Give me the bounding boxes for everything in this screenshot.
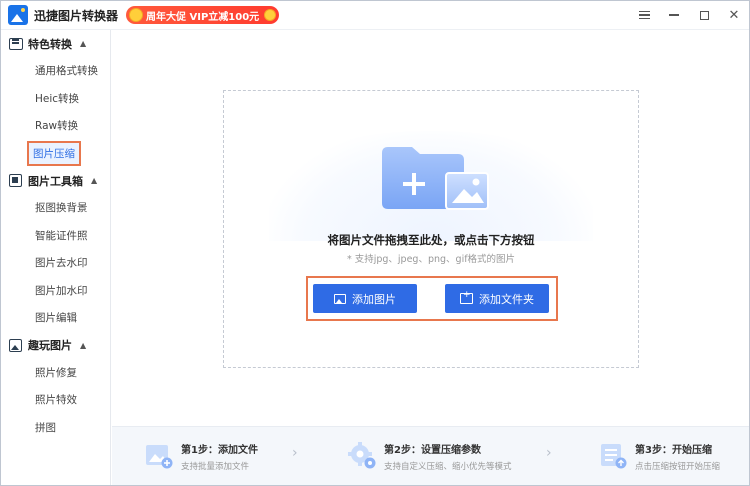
app-logo-icon [8, 5, 28, 25]
close-button[interactable]: ✕ [719, 1, 749, 30]
add-image-step-icon [146, 445, 173, 469]
step-add-files: 第1步：添加文件 支持批量添加文件 [145, 441, 258, 472]
folder-add-icon [460, 290, 473, 304]
window-controls: ✕ [629, 1, 749, 30]
compress-step-icon [601, 444, 627, 469]
step-set-params: 第2步：设置压缩参数 支持自定义压缩、缩小优先等模式 [348, 441, 512, 472]
promo-badge[interactable]: 周年大促 VIP立减100元 [126, 6, 280, 24]
sidebar-item-add-watermark[interactable]: 图片加水印 [1, 277, 110, 305]
group-label: 特色转换 [28, 37, 72, 51]
chevron-up-icon: ▲ [91, 176, 98, 185]
sidebar-item-remove-watermark[interactable]: 图片去水印 [1, 249, 110, 277]
sidebar-item-photo-effects[interactable]: 照片特效 [1, 386, 110, 414]
add-image-button[interactable]: 添加图片 [313, 284, 417, 313]
maximize-button[interactable] [689, 1, 719, 30]
image-icon [334, 293, 346, 304]
add-folder-label: 添加文件夹 [479, 292, 534, 306]
step-start-compress: 第3步：开始压缩 点击压缩按钮开始压缩 [599, 441, 720, 472]
step-desc: 点击压缩按钮开始压缩 [635, 462, 721, 472]
sidebar-item-id-photo[interactable]: 智能证件照 [1, 222, 110, 250]
coin-icon [129, 8, 144, 22]
sidebar-item-format-convert[interactable]: 通用格式转换 [1, 57, 110, 85]
sidebar-item-edit[interactable]: 图片编辑 [1, 304, 110, 332]
group-label: 图片工具箱 [28, 174, 83, 188]
group-label: 趣玩图片 [28, 339, 72, 352]
step-desc: 支持批量添加文件 [181, 462, 250, 472]
add-image-label: 添加图片 [352, 292, 396, 306]
steps-bar: 第1步：添加文件 支持批量添加文件 › 第2步：设置压缩参数 支持自定义压缩、缩… [112, 426, 749, 485]
sidebar: 特色转换 ▲ 通用格式转换 Heic转换 Raw转换 图片压缩 图片工具箱 ▲ … [1, 30, 111, 485]
sidebar-group-featured[interactable]: 特色转换 ▲ [1, 30, 110, 57]
step-title: 第1步：添加文件 [181, 445, 258, 456]
sidebar-item-raw[interactable]: Raw转换 [1, 112, 110, 140]
image-icon [9, 338, 22, 352]
sidebar-group-fun[interactable]: 趣玩图片 ▲ [1, 332, 110, 359]
toolbox-icon [9, 174, 22, 187]
step-desc: 支持自定义压缩、缩小优先等模式 [384, 462, 512, 472]
chevron-up-icon: ▲ [80, 340, 87, 350]
step-title: 第3步：开始压缩 [635, 445, 712, 456]
promo-label: 周年大促 VIP立减100元 [146, 11, 260, 23]
sidebar-group-toolbox[interactable]: 图片工具箱 ▲ [1, 167, 110, 194]
add-folder-button[interactable]: 添加文件夹 [445, 284, 549, 313]
chevron-right-icon: › [292, 445, 298, 461]
add-folder-illustration-icon [382, 147, 489, 210]
sidebar-item-compress[interactable]: 图片压缩 [1, 140, 110, 168]
sidebar-item-heic[interactable]: Heic转换 [1, 85, 110, 113]
drop-zone[interactable]: 将图片文件拖拽至此处，或点击下方按钮 * 支持jpg、jpeg、png、gif格… [223, 90, 639, 368]
step-title: 第2步：设置压缩参数 [384, 445, 481, 456]
title-bar: 迅捷图片转换器 周年大促 VIP立减100元 ✕ [1, 1, 749, 30]
coin-icon [264, 9, 277, 21]
convert-icon [9, 37, 23, 50]
chevron-up-icon: ▲ [80, 39, 87, 48]
drop-zone-title: 将图片文件拖拽至此处，或点击下方按钮 [327, 233, 535, 247]
app-title: 迅捷图片转换器 [34, 8, 119, 23]
sidebar-item-cutout[interactable]: 抠图换背景 [1, 194, 110, 222]
sidebar-item-collage[interactable]: 拼图 [1, 414, 110, 442]
app-window: 迅捷图片转换器 周年大促 VIP立减100元 ✕ 特色转换 ▲ 通用格式转换 H… [0, 0, 750, 486]
chevron-right-icon: › [546, 445, 552, 461]
sidebar-item-photo-repair[interactable]: 照片修复 [1, 359, 110, 387]
settings-step-icon [348, 442, 376, 469]
drop-zone-subtitle: * 支持jpg、jpeg、png、gif格式的图片 [346, 254, 516, 265]
minimize-button[interactable] [659, 1, 689, 30]
main-panel: 将图片文件拖拽至此处，或点击下方按钮 * 支持jpg、jpeg、png、gif格… [112, 30, 749, 485]
menu-icon[interactable] [629, 1, 659, 30]
